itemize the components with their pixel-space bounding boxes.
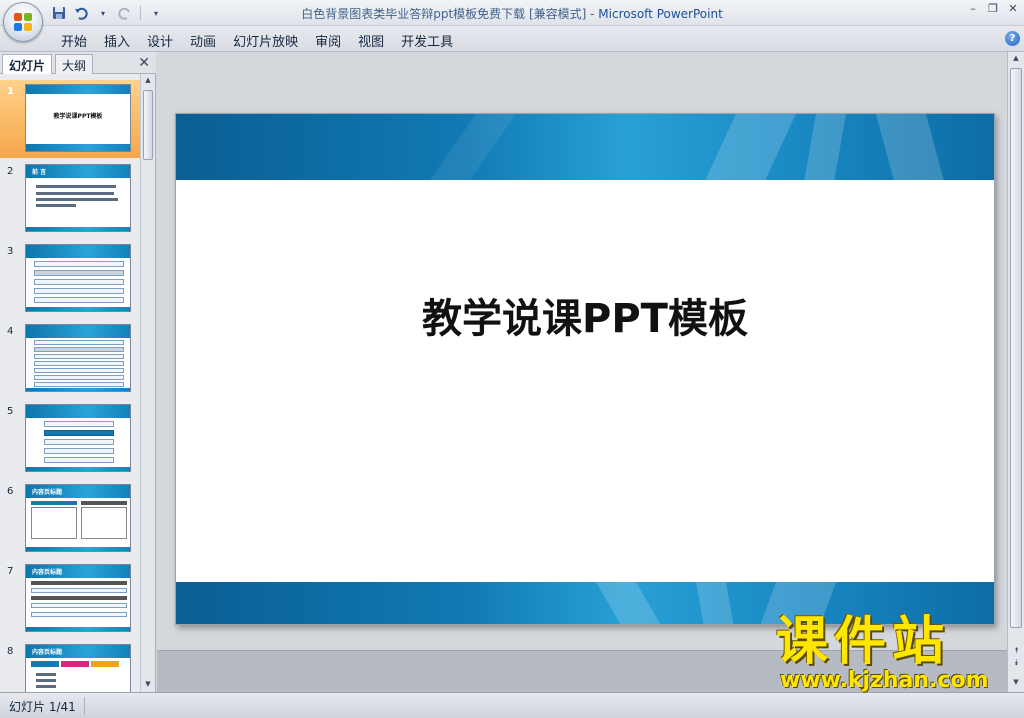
slide-counter: 幻灯片 1/41 (9, 700, 76, 714)
notes-pane[interactable] (157, 650, 1007, 692)
slide-footer-band (176, 582, 994, 624)
thumbnail-preview: 内容页标题 (25, 564, 131, 632)
scroll-down-icon[interactable]: ▼ (1011, 678, 1021, 688)
ribbon-tabs: 开始 插入 设计 动画 幻灯片放映 审阅 视图 开发工具 ? (0, 26, 1024, 52)
scrollbar-thumb[interactable] (1010, 68, 1022, 628)
thumbnail-preview (25, 404, 131, 472)
slide-number: 4 (7, 326, 14, 337)
slide-thumbnail[interactable]: 1 教学说课PPT模板 (0, 80, 140, 158)
tab-design[interactable]: 设计 (144, 31, 187, 50)
close-window-icon[interactable]: ✕ (1006, 2, 1020, 16)
scroll-down-icon[interactable]: ▼ (143, 680, 153, 690)
slides-pane: 幻灯片 大纲 ✕ 1 教学说课PPT模板 2 前 言 3 4 5 6 内容页标题… (0, 52, 156, 692)
thumbnail-list: 1 教学说课PPT模板 2 前 言 3 4 5 6 内容页标题 7 内容页标题 … (0, 74, 140, 692)
slide-number: 6 (7, 486, 14, 497)
restore-icon[interactable]: ❐ (986, 2, 1000, 16)
document-title: 白色背景图表类毕业答辩ppt模板免费下载 [兼容模式] - (301, 7, 599, 21)
minimize-icon[interactable]: – (966, 2, 980, 16)
tab-animations[interactable]: 动画 (187, 31, 230, 50)
slide-scrollbar[interactable]: ▲ ⯭ ⯯ ▼ (1007, 52, 1024, 692)
tab-view[interactable]: 视图 (355, 31, 398, 50)
scroll-up-icon[interactable]: ▲ (1011, 54, 1021, 64)
slide-number: 8 (7, 646, 14, 657)
thumbnail-preview (25, 324, 131, 392)
thumbnail-preview: 内容页标题 (25, 484, 131, 552)
thumbnail-preview: 教学说课PPT模板 (25, 84, 131, 152)
next-slide-icon[interactable]: ⯯ (1011, 658, 1022, 668)
tab-home[interactable]: 开始 (58, 31, 101, 50)
slide-number: 2 (7, 166, 14, 177)
tab-outline[interactable]: 大纲 (55, 54, 94, 74)
thumbnail-title: 内容页标题 (32, 489, 63, 496)
thumbnail-preview: 前 言 (25, 164, 131, 232)
status-bar: 幻灯片 1/41 (0, 692, 1024, 718)
slide-title[interactable]: 教学说课PPT模板 (176, 286, 994, 344)
tab-insert[interactable]: 插入 (101, 31, 144, 50)
tab-review[interactable]: 审阅 (312, 31, 355, 50)
window-controls: – ❐ ✕ (966, 2, 1020, 16)
status-separator (84, 697, 85, 715)
thumbnail-preview (25, 244, 131, 312)
help-icon[interactable]: ? (1005, 31, 1020, 46)
tab-developer[interactable]: 开发工具 (398, 31, 467, 50)
previous-slide-icon[interactable]: ⯭ (1011, 646, 1022, 656)
slide-number: 1 (7, 86, 14, 97)
tab-slideshow[interactable]: 幻灯片放映 (230, 31, 312, 50)
slide-header-band (176, 114, 994, 180)
slide-thumbnail[interactable]: 3 (0, 240, 140, 318)
tab-slides[interactable]: 幻灯片 (2, 54, 53, 74)
pane-tabs: 幻灯片 大纲 ✕ (0, 52, 156, 74)
slide-thumbnail[interactable]: 6 内容页标题 (0, 480, 140, 558)
slide-number: 3 (7, 246, 14, 257)
slide-thumbnail[interactable]: 7 内容页标题 (0, 560, 140, 638)
close-pane-icon[interactable]: ✕ (138, 55, 150, 71)
thumbnail-title: 内容页标题 (32, 649, 63, 656)
current-slide[interactable]: 教学说课PPT模板 (175, 113, 995, 625)
slide-thumbnail[interactable]: 8 内容页标题 (0, 640, 140, 692)
office-button[interactable] (3, 2, 43, 42)
slide-number: 5 (7, 406, 14, 417)
thumbnail-title: 内容页标题 (32, 569, 63, 576)
app-name: Microsoft PowerPoint (598, 7, 723, 21)
office-logo-icon (14, 13, 32, 31)
thumbnail-preview: 内容页标题 (25, 644, 131, 692)
thumbnail-scrollbar[interactable]: ▲ ▼ (140, 74, 155, 692)
slide-thumbnail[interactable]: 2 前 言 (0, 160, 140, 238)
slide-thumbnail[interactable]: 5 (0, 400, 140, 478)
window-title: 白色背景图表类毕业答辩ppt模板免费下载 [兼容模式] - Microsoft … (0, 5, 1024, 22)
thumbnail-title: 教学说课PPT模板 (53, 113, 103, 120)
scrollbar-thumb[interactable] (143, 90, 153, 160)
slide-number: 7 (7, 566, 14, 577)
slide-thumbnail[interactable]: 4 (0, 320, 140, 398)
thumbnail-title: 前 言 (32, 169, 47, 176)
scroll-up-icon[interactable]: ▲ (143, 76, 153, 86)
title-bar: ▾ ▾ 白色背景图表类毕业答辩ppt模板免费下载 [兼容模式] - Micros… (0, 0, 1024, 26)
